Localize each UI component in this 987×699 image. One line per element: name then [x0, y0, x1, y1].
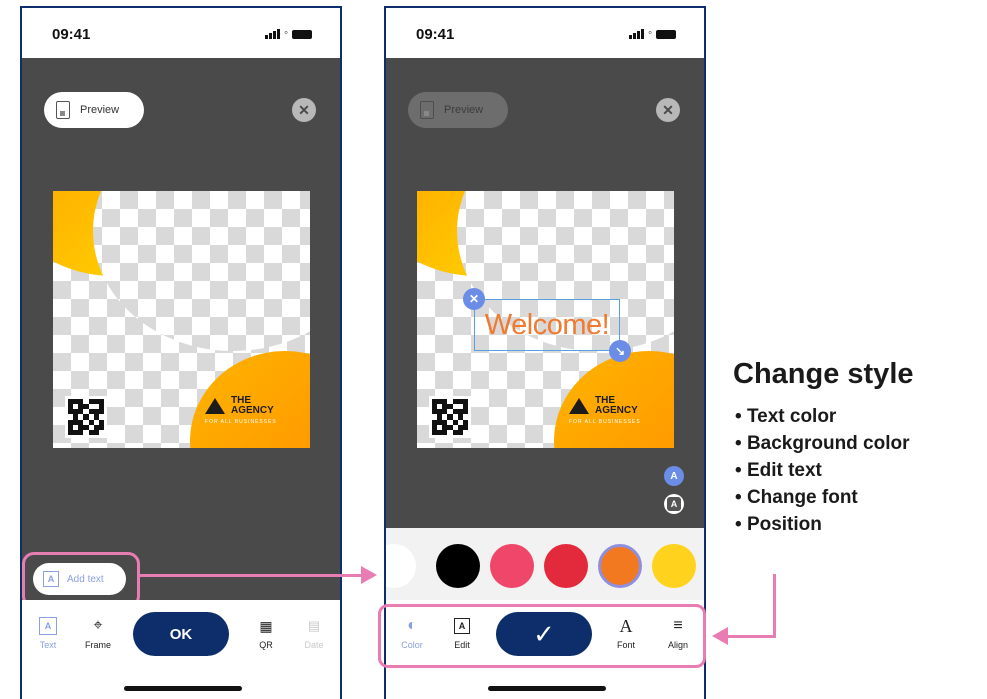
status-icons: ◦ — [629, 27, 676, 39]
annotation-item: • Text color — [735, 406, 837, 427]
brand-line2: AGENCY — [595, 405, 638, 416]
ok-button[interactable]: OK — [133, 612, 229, 656]
agency-logo: THE AGENCY FOR ALL BUSINESSES — [205, 396, 305, 425]
text-color-toggle[interactable]: A — [664, 466, 684, 486]
wifi-icon: ◦ — [648, 27, 652, 39]
annotation-item: • Position — [735, 514, 822, 535]
tool-qr[interactable]: ▦ QR — [246, 616, 286, 651]
arrow-connector — [138, 574, 363, 577]
phone-frame-left: 09:41 ◦ Preview ✕ THE AGENCY FOR ALL BUSI… — [20, 6, 342, 699]
annotation-item: • Edit text — [735, 460, 822, 481]
battery-icon — [656, 30, 676, 39]
swatch-white[interactable] — [386, 544, 416, 588]
qr-icon: ▦ — [259, 617, 273, 634]
arrow-head-left — [712, 627, 728, 645]
add-text-button[interactable]: A Add text — [33, 563, 126, 595]
home-indicator — [488, 686, 606, 691]
frame-template: THEAGENCY FOR ALL BUSINESSES Welcome! ✕ — [417, 191, 674, 448]
annotation-item: • Change font — [735, 487, 858, 508]
swatch-yellow[interactable] — [652, 544, 696, 588]
status-bar: 09:41 ◦ — [386, 8, 704, 58]
signal-icon — [265, 29, 281, 39]
text-element-welcome[interactable]: Welcome! — [474, 299, 620, 351]
phone-preview-icon — [420, 101, 434, 119]
agency-logo: THE AGENCY FOR ALL BUSINESSES — [569, 396, 669, 425]
add-text-label: Add text — [67, 573, 104, 585]
delete-handle[interactable]: ✕ — [463, 288, 485, 310]
background-color-toggle[interactable]: A — [664, 494, 684, 514]
agency-triangle-icon — [205, 398, 225, 414]
phone-frame-right: 09:41 ◦ Preview ✕ THE AGENCY FOR ALL BUSI… — [384, 6, 706, 699]
wifi-icon: ◦ — [284, 27, 288, 39]
toolbar-highlight — [378, 604, 706, 668]
preview-button[interactable]: Preview — [408, 92, 508, 128]
agency-tagline: FOR ALL BUSINESSES — [569, 419, 641, 425]
arrow-head-right — [361, 566, 377, 584]
close-icon: ✕ — [468, 292, 480, 306]
status-time: 09:41 — [52, 26, 91, 43]
tool-text[interactable]: A Text — [28, 616, 68, 650]
annotation-list: • Text color • Background color • Edit t… — [735, 403, 910, 538]
swatch-orange[interactable] — [598, 544, 642, 588]
swatch-pink[interactable] — [490, 544, 534, 588]
qr-code — [429, 396, 471, 438]
status-icons: ◦ — [265, 27, 312, 39]
swatch-red[interactable] — [544, 544, 588, 588]
status-bar: 09:41 ◦ — [22, 8, 340, 58]
calendar-icon: ▤ — [307, 618, 321, 633]
arrow-connector-horizontal — [726, 635, 776, 638]
resize-icon: ↘ — [614, 344, 626, 358]
editor-canvas: Preview ✕ THEAGENCY FOR ALL BUSINESSES — [22, 58, 340, 610]
tool-date[interactable]: ▤ Date — [294, 616, 334, 650]
color-swatch-bar — [386, 528, 704, 610]
tool-frame[interactable]: ⌖ Frame — [78, 616, 118, 650]
battery-icon — [292, 30, 312, 39]
annotation-item: • Background color — [735, 433, 910, 454]
preview-label: Preview — [80, 104, 120, 116]
text-box-icon: A — [38, 616, 58, 636]
close-button[interactable]: ✕ — [656, 98, 680, 122]
home-indicator — [124, 686, 242, 691]
close-icon: ✕ — [662, 101, 674, 118]
bottom-toolbar: A Text ⌖ Frame OK ▦ QR ▤ Date — [22, 600, 340, 699]
close-button[interactable]: ✕ — [292, 98, 316, 122]
arrow-connector-vertical — [773, 574, 776, 638]
text-box-icon: A — [43, 571, 59, 587]
qr-code — [65, 396, 107, 438]
frame-template: THE AGENCY FOR ALL BUSINESSES — [53, 191, 310, 448]
preview-button[interactable]: Preview — [44, 92, 144, 128]
editor-canvas: Preview ✕ THEAGENCY FOR ALL BUSINESSES — [386, 58, 704, 536]
resize-handle[interactable]: ↘ — [609, 340, 631, 362]
phone-preview-icon — [56, 101, 70, 119]
preview-label: Preview — [444, 104, 484, 116]
swatch-black[interactable] — [436, 544, 480, 588]
agency-triangle-icon — [569, 398, 589, 414]
status-time: 09:41 — [416, 26, 455, 43]
crop-icon: ⌖ — [93, 617, 103, 634]
brand-line2: AGENCY — [231, 405, 274, 416]
close-icon: ✕ — [298, 101, 310, 118]
annotation-title: Change style — [733, 358, 914, 390]
welcome-text[interactable]: Welcome! — [485, 309, 610, 342]
signal-icon — [629, 29, 645, 39]
agency-tagline: FOR ALL BUSINESSES — [205, 419, 277, 425]
